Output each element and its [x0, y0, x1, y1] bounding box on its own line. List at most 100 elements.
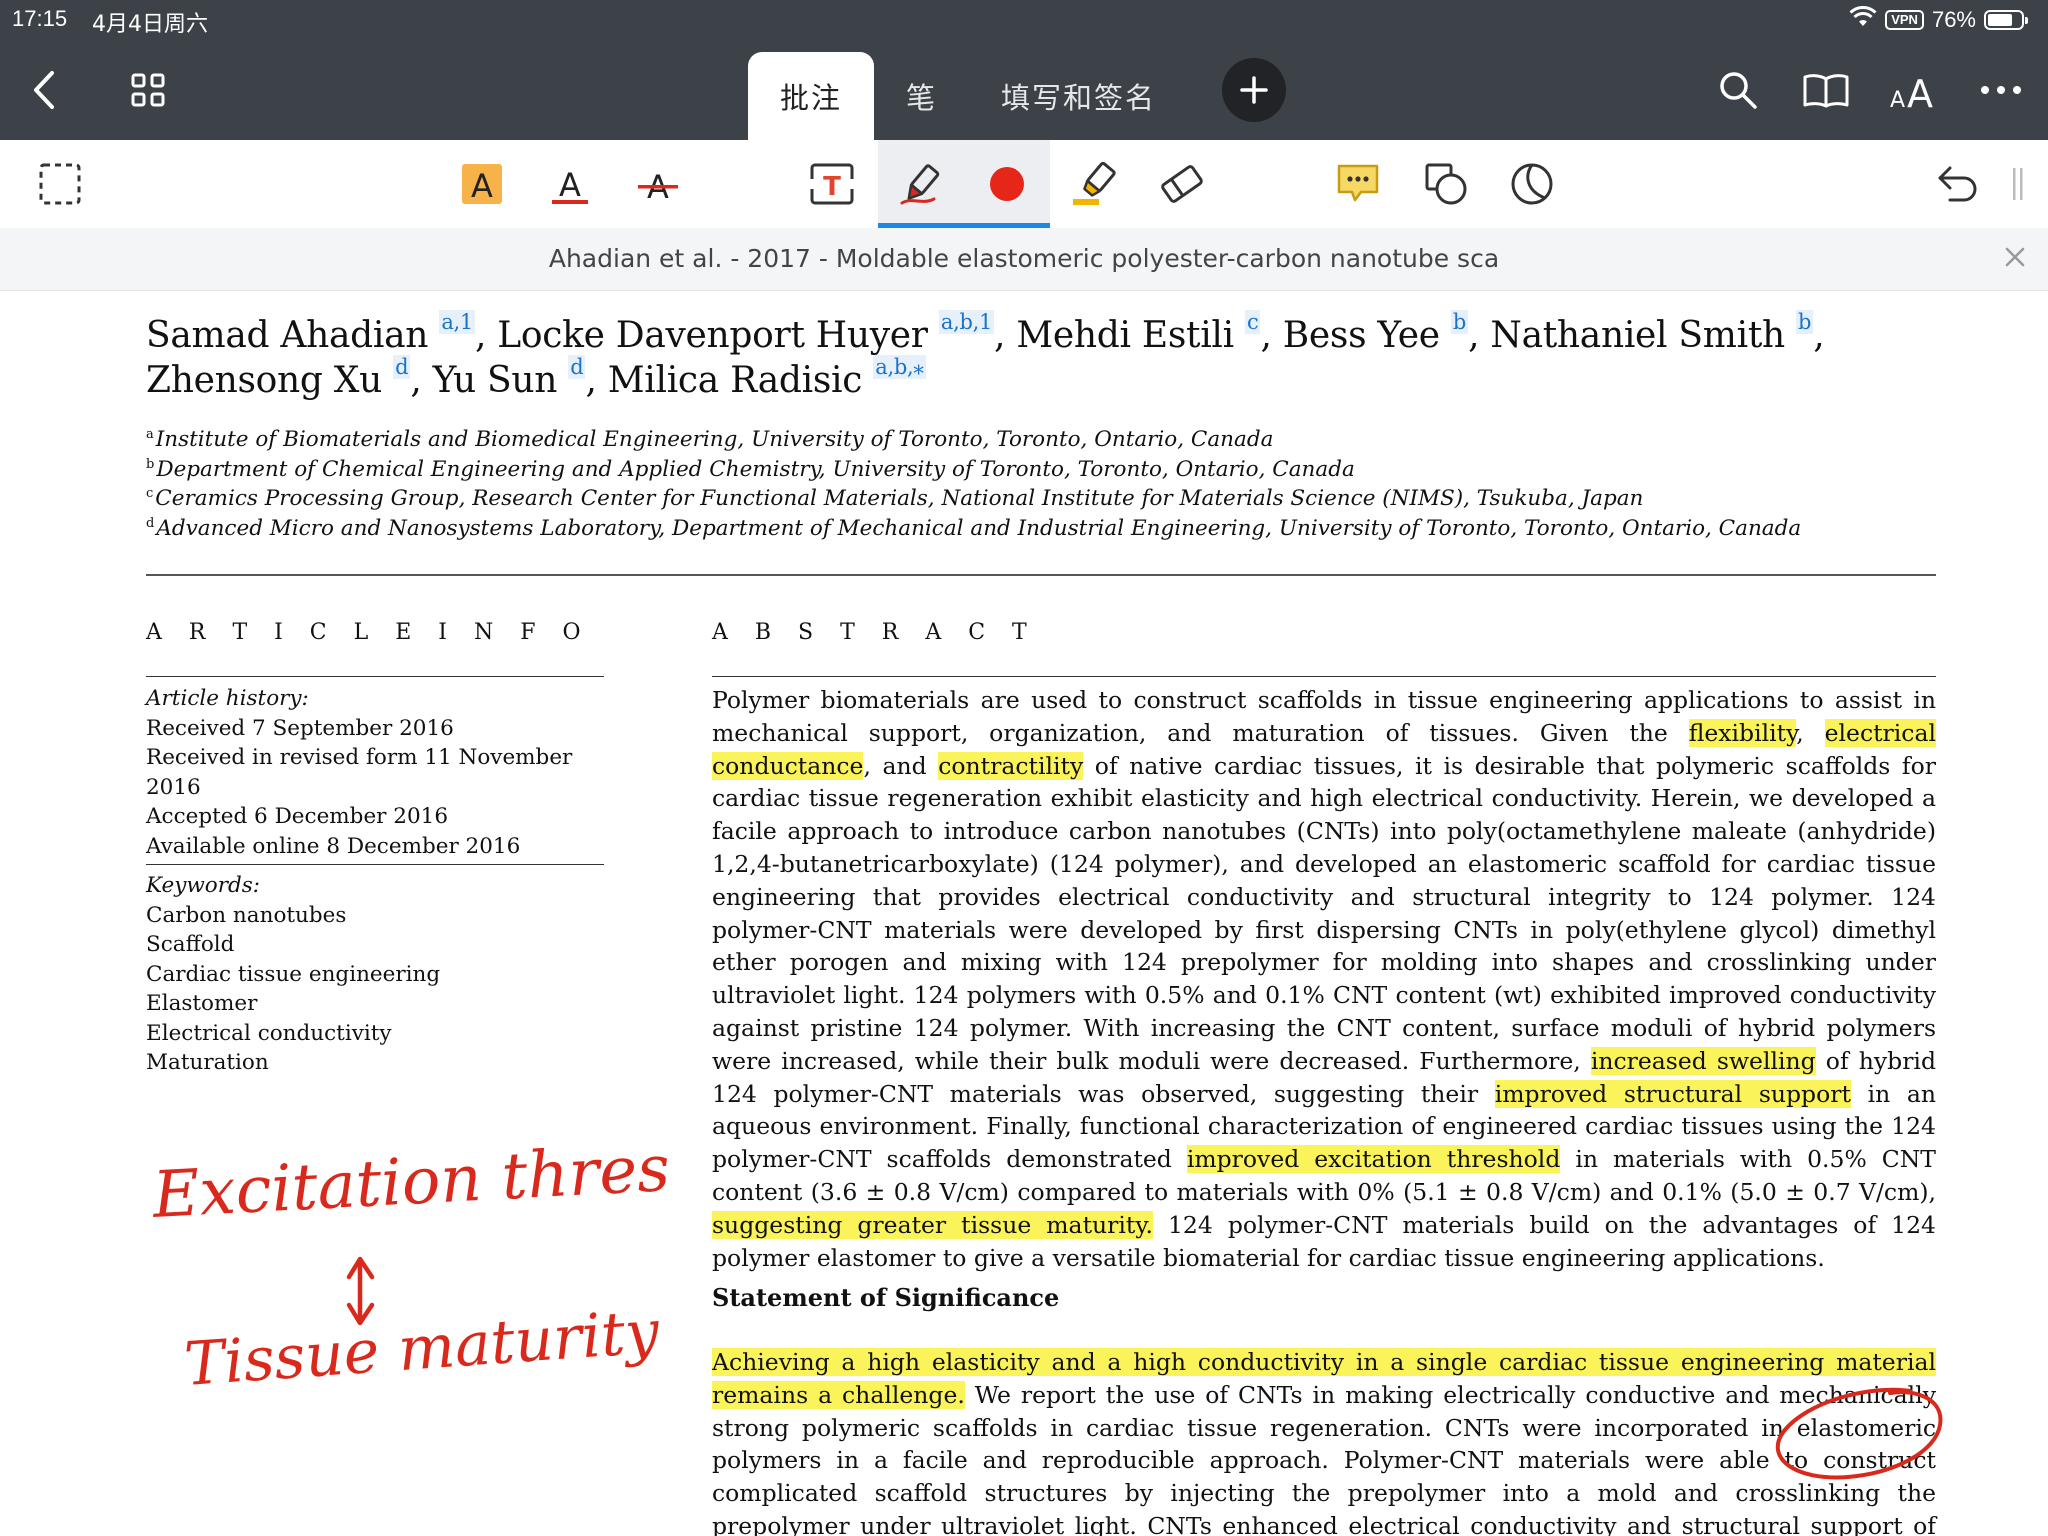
strikethrough-text-icon[interactable]: A: [618, 140, 698, 228]
author-name: Bess Yee: [1282, 315, 1451, 356]
keywords-label: Keywords:: [146, 873, 261, 898]
author-name: Nathaniel Smith: [1490, 315, 1797, 356]
ink-circle-mark[interactable]: [1760, 1381, 1950, 1491]
comment-note-icon[interactable]: [1318, 140, 1398, 228]
affiliation-line: aInstitute of Biomaterials and Biomedica…: [146, 425, 1936, 455]
back-chevron-icon[interactable]: [22, 66, 66, 114]
tab-pen[interactable]: 笔: [874, 52, 969, 140]
affiliation-line: cCeramics Processing Group, Research Cen…: [146, 484, 1936, 514]
status-date: 4月4日周六: [92, 12, 208, 37]
handwritten-line-2: Tissue maturity: [182, 1297, 662, 1400]
article-info-divider: [146, 676, 604, 677]
author-name: Locke Davenport Huyer: [497, 315, 939, 356]
status-time: 17:15: [12, 6, 68, 31]
battery-icon: [1984, 10, 2028, 30]
highlighted-text[interactable]: flexibility: [1688, 718, 1797, 747]
abstract-divider: [712, 676, 1936, 677]
wifi-icon: [1849, 5, 1877, 34]
mode-tabs: 批注 笔 填写和签名: [748, 52, 1188, 140]
undo-icon[interactable]: [1918, 140, 1998, 228]
author-separator: ,: [1260, 315, 1283, 356]
underline-letter: A: [559, 166, 581, 204]
handwritten-annotation[interactable]: Excitation threshold Tissue maturity: [140, 1131, 670, 1536]
grid-view-icon[interactable]: [126, 68, 170, 112]
significance-heading: Statement of Significance: [712, 1283, 1060, 1312]
highlighted-text[interactable]: improved excitation threshold: [1186, 1145, 1561, 1174]
double-arrow-icon: [346, 1256, 375, 1326]
red-color-swatch-icon[interactable]: [964, 140, 1050, 228]
shapes-icon[interactable]: [1406, 140, 1486, 228]
add-button[interactable]: [1222, 58, 1286, 122]
textbox-icon[interactable]: T: [792, 140, 872, 228]
history-line: Accepted 6 December 2016: [146, 804, 448, 829]
keywords: Keywords: Carbon nanotubes Scaffold Card…: [146, 871, 604, 1078]
author-affiliation-link[interactable]: b: [1450, 310, 1469, 334]
keyword-item: Scaffold: [146, 932, 235, 957]
body-text: of native cardiac tissues, it is desirab…: [712, 751, 1936, 1075]
highlighter-icon[interactable]: [1056, 140, 1136, 228]
author-affiliation-link[interactable]: b: [1796, 310, 1814, 334]
affiliation-mark: b: [146, 456, 155, 472]
toolbar-drag-handle-icon[interactable]: [1988, 140, 2048, 228]
author-separator: ,: [474, 315, 498, 356]
annotation-toolbar: A A A T: [0, 140, 2048, 229]
author-affiliation-link[interactable]: a,1: [439, 310, 475, 334]
highlighted-text[interactable]: suggesting greater tissue maturity.: [712, 1210, 1153, 1239]
author-affiliation-link[interactable]: c: [1245, 310, 1261, 334]
history-line: Received in revised form 11 November 201…: [146, 745, 573, 800]
abstract-text: Polymer biomaterials are used to constru…: [712, 684, 1936, 1274]
document-title-bar: Ahadian et al. - 2017 - Moldable elastom…: [0, 228, 2048, 291]
tab-fill-and-sign[interactable]: 填写和签名: [969, 52, 1188, 140]
keywords-divider: [146, 864, 604, 865]
more-icon[interactable]: [1976, 70, 2026, 110]
history-line: Available online 8 December 2016: [146, 833, 521, 859]
highlighted-text[interactable]: contractility: [938, 751, 1084, 780]
keyword-item: Cardiac tissue engineering: [146, 961, 441, 987]
author-name: Samad Ahadian: [146, 315, 440, 356]
close-icon[interactable]: [2004, 246, 2026, 272]
body-text: ,: [1796, 718, 1825, 747]
textbox-letter: T: [823, 172, 841, 202]
search-icon[interactable]: [1714, 66, 1762, 114]
author-affiliation-link[interactable]: d: [568, 355, 586, 379]
affiliation-mark: d: [146, 515, 155, 531]
select-area-icon[interactable]: [20, 140, 100, 228]
lasso-icon[interactable]: [1492, 140, 1572, 228]
tab-annotate[interactable]: 批注: [748, 52, 875, 140]
highlight-letter: A: [471, 167, 493, 205]
affiliation-mark: c: [146, 486, 154, 501]
affiliation-line: dAdvanced Micro and Nanosystems Laborato…: [146, 514, 1936, 544]
affiliation-list: aInstitute of Biomaterials and Biomedica…: [146, 425, 1936, 543]
battery-percent: 76%: [1931, 7, 1976, 32]
highlighted-text[interactable]: increased swelling: [1590, 1046, 1816, 1075]
keyword-item: Carbon nanotubes: [146, 902, 347, 928]
highlight-text-icon[interactable]: A: [442, 140, 522, 228]
book-icon[interactable]: [1800, 66, 1852, 114]
article-history: Article history: Received 7 September 20…: [146, 684, 604, 861]
author-affiliation-link[interactable]: d: [393, 355, 411, 379]
affiliation-text: Advanced Micro and Nanosystems Laborator…: [156, 515, 1802, 541]
author-affiliation-link[interactable]: a,b,⁎: [873, 355, 926, 379]
header-divider: [146, 574, 1936, 576]
handwritten-line-1: Excitation threshold: [150, 1131, 670, 1233]
article-info-heading: A R T I C L E I N F O: [146, 620, 591, 645]
eraser-icon[interactable]: [1142, 140, 1222, 228]
pdf-page[interactable]: Samad Ahadian a,1, Locke Davenport Huyer…: [0, 291, 2048, 1536]
affiliation-line: bDepartment of Chemical Engineering and …: [146, 455, 1936, 485]
keyword-item: Maturation: [146, 1050, 269, 1075]
underline-text-icon[interactable]: A: [530, 140, 610, 228]
author-affiliation-link[interactable]: a,b,1: [938, 310, 995, 334]
document-filename: Ahadian et al. - 2017 - Moldable elastom…: [548, 244, 1500, 273]
font-size-icon[interactable]: AA: [1886, 64, 1942, 114]
author-name: Milica Radisic: [607, 360, 874, 401]
status-indicators: VPN 76%: [1849, 4, 2028, 36]
affiliation-text: Institute of Biomaterials and Biomedical…: [155, 427, 1274, 452]
highlighted-text[interactable]: improved structural support: [1494, 1079, 1851, 1108]
author-separator: ,: [994, 315, 1017, 356]
pen-tool-icon[interactable]: [878, 140, 964, 228]
article-history-label: Article history:: [146, 686, 309, 711]
author-list: Samad Ahadian a,1, Locke Davenport Huyer…: [146, 310, 1936, 403]
battery-fill: [1988, 14, 2013, 26]
affiliation-mark: a: [146, 427, 154, 442]
author-separator: ,: [410, 360, 433, 401]
